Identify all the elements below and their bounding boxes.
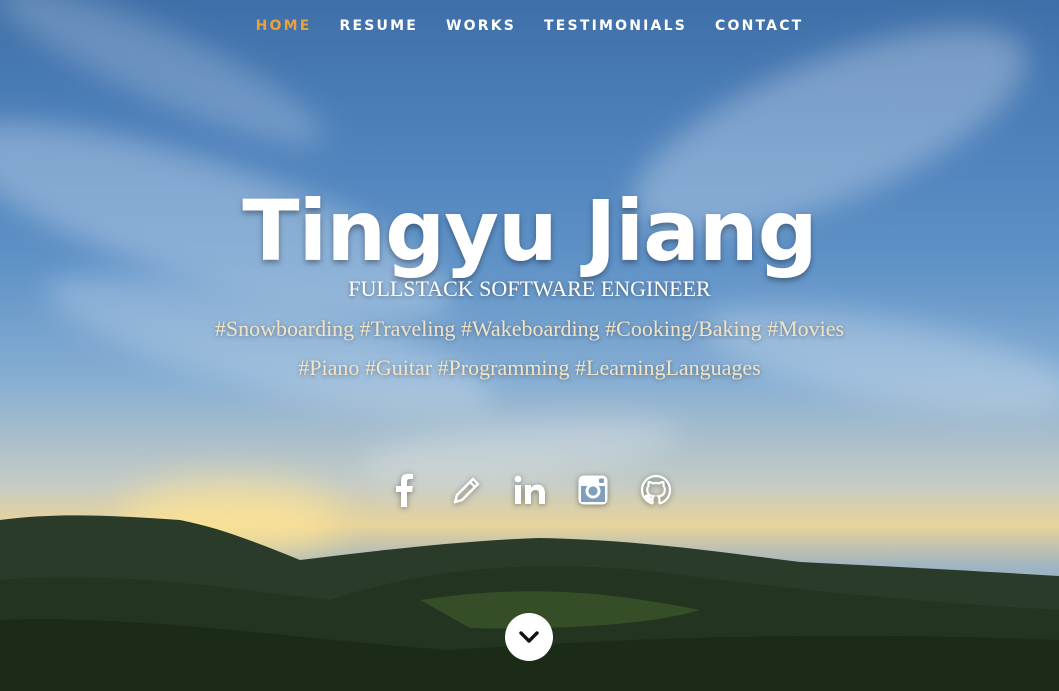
linkedin-icon[interactable] — [512, 470, 548, 510]
hero-role: FULLSTACK SOFTWARE ENGINEER — [348, 276, 711, 301]
nav-contact[interactable]: CONTACT — [701, 18, 817, 34]
nav-resume[interactable]: RESUME — [325, 18, 432, 34]
pencil-icon[interactable] — [449, 470, 485, 510]
chevron-down-icon — [519, 631, 539, 643]
social-links — [0, 470, 1059, 510]
nav-testimonials[interactable]: TESTIMONIALS — [530, 18, 701, 34]
nav-works[interactable]: WORKS — [432, 18, 530, 34]
facebook-icon[interactable] — [386, 470, 422, 510]
hero-hashtags: #Snowboarding #Traveling #Wakeboarding #… — [214, 316, 845, 380]
nav-home[interactable]: HOME — [242, 18, 326, 34]
scroll-down-button[interactable] — [505, 613, 553, 661]
instagram-icon[interactable] — [575, 470, 611, 510]
github-icon[interactable] — [638, 470, 674, 510]
main-nav: HOME RESUME WORKS TESTIMONIALS CONTACT — [0, 0, 1059, 52]
hero-name: Tingyu Jiang — [242, 182, 817, 281]
